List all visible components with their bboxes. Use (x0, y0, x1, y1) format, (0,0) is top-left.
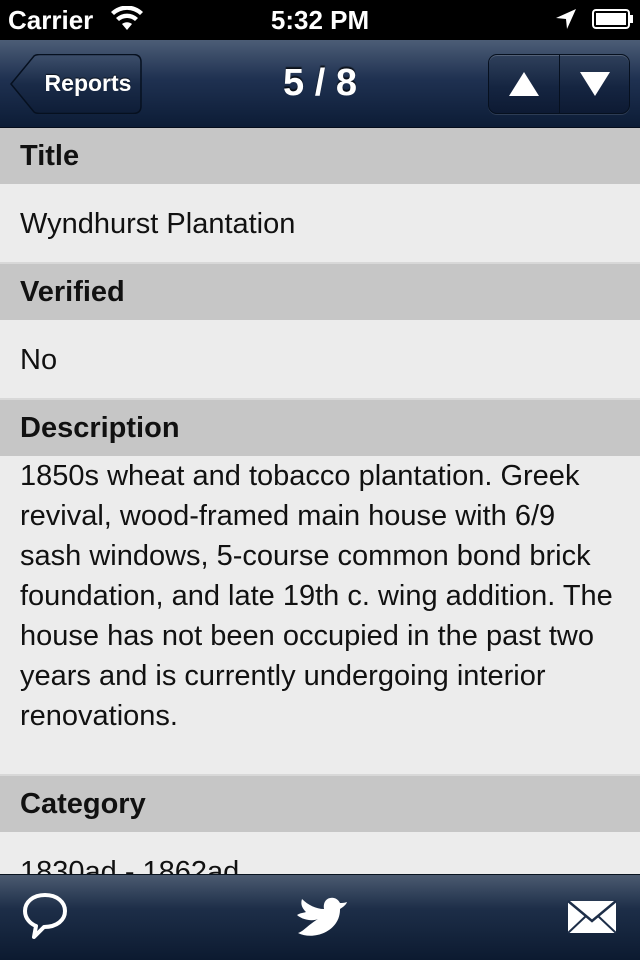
section-header-category: Category (0, 776, 640, 832)
prev-next-control (488, 54, 630, 114)
battery-icon (592, 9, 633, 29)
status-bar: Carrier 5:32 PM (0, 0, 640, 40)
title-value: Wyndhurst Plantation (0, 184, 640, 264)
description-value: 1850s wheat and tobacco plantation. Gree… (0, 456, 640, 776)
section-header-title: Title (0, 128, 640, 184)
previous-report-button[interactable] (489, 55, 560, 113)
twitter-bird-icon[interactable] (294, 891, 348, 941)
report-detail[interactable]: Title Wyndhurst Plantation Verified No D… (0, 128, 640, 874)
category-value: 1830ad - 1862ad (0, 832, 640, 874)
back-button[interactable]: Reports (10, 54, 142, 114)
page-title: 5 / 8 (283, 62, 357, 104)
mail-icon[interactable] (566, 891, 618, 941)
bottom-toolbar (0, 874, 640, 960)
arrow-up-icon (509, 72, 539, 96)
next-report-button[interactable] (560, 55, 629, 113)
comment-icon[interactable] (22, 891, 68, 941)
status-time: 5:32 PM (270, 5, 370, 35)
section-header-description: Description (0, 400, 640, 456)
verified-value: No (0, 320, 640, 400)
location-arrow-icon (556, 9, 576, 29)
section-header-verified: Verified (0, 264, 640, 320)
arrow-down-icon (580, 72, 610, 96)
back-button-label: Reports (44, 70, 132, 96)
